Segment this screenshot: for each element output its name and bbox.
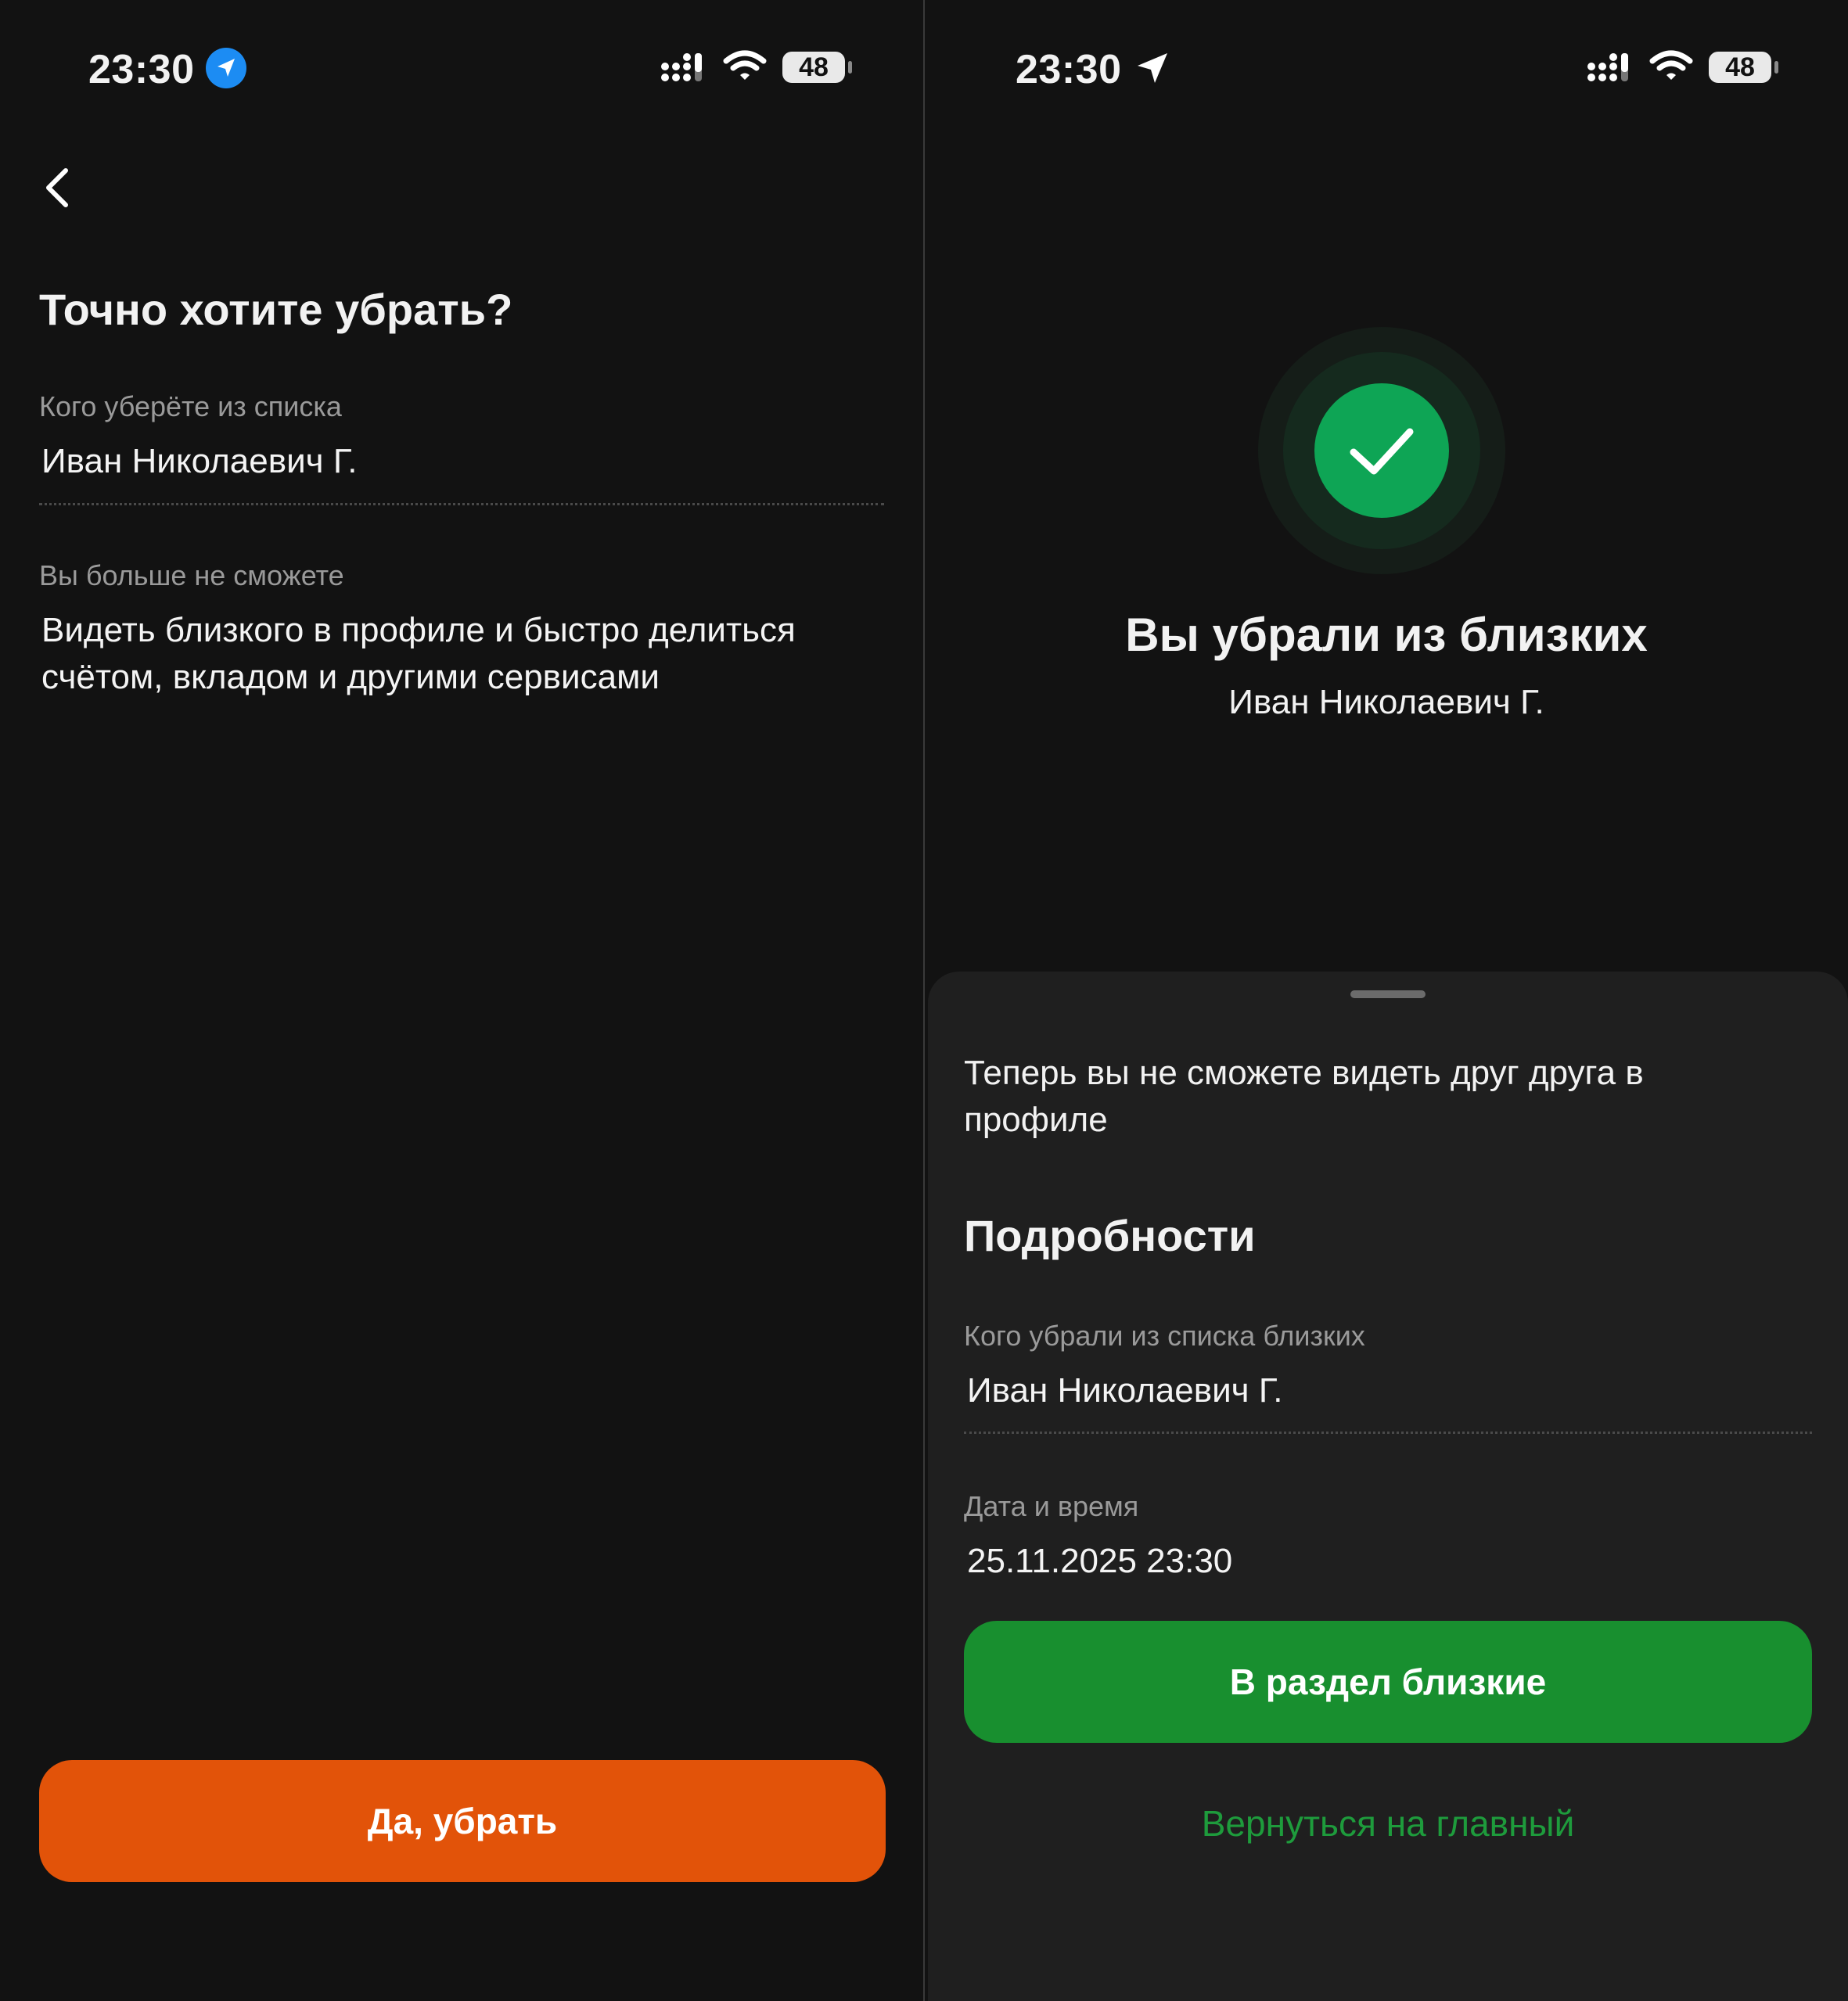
removed-label: Кого убрали из списка близких — [964, 1320, 1365, 1352]
battery-tip — [848, 61, 852, 74]
wifi-icon — [1649, 50, 1693, 80]
success-contact-name: Иван Николаевич Г. — [1228, 683, 1544, 721]
details-heading: Подробности — [964, 1211, 1256, 1260]
status-bar: 23:30 48 — [0, 0, 923, 141]
who-label: Кого уберёте из списка — [39, 390, 342, 422]
confirm-screen: 23:30 48 Точно хотите убрать? Кого уберё… — [0, 0, 923, 2001]
battery-icon: 48 — [782, 52, 845, 83]
status-bar: 23:30 48 — [925, 0, 1848, 141]
battery-tip — [1774, 61, 1778, 74]
sheet-info-text: Теперь вы не сможете видеть друг друга в… — [964, 1054, 1644, 1139]
removed-value: Иван Николаевич Г. — [967, 1371, 1283, 1410]
page-title: Точно хотите убрать? — [39, 285, 513, 334]
cellular-signal-icon — [661, 53, 702, 81]
wifi-icon — [723, 50, 767, 80]
system-icons: 48 — [660, 48, 852, 91]
back-button[interactable] — [31, 156, 86, 219]
back-to-main-link[interactable]: Вернуться на главный — [928, 1796, 1848, 1851]
system-icons: 48 — [1587, 48, 1778, 91]
who-value: Иван Николаевич Г. — [41, 442, 358, 480]
confirm-remove-button[interactable]: Да, убрать — [39, 1760, 886, 1882]
consequence-label: Вы больше не сможете — [39, 559, 344, 591]
location-arrow-icon — [206, 48, 246, 88]
consequence-value: Видеть близкого в профиле и быстро делит… — [41, 611, 796, 696]
divider — [39, 503, 884, 505]
checkmark-icon — [1350, 428, 1414, 475]
divider — [964, 1432, 1812, 1434]
sheet-grabber[interactable] — [1350, 990, 1426, 998]
location-arrow-icon — [1138, 53, 1167, 83]
chevron-left-icon — [46, 168, 68, 207]
success-screen: 23:30 48 Вы убрали из близких Иван Никол… — [925, 0, 1848, 2001]
status-time: 23:30 — [1016, 47, 1122, 92]
cellular-signal-icon — [1587, 53, 1628, 81]
datetime-value: 25.11.2025 23:30 — [967, 1542, 1233, 1580]
datetime-label: Дата и время — [964, 1490, 1139, 1522]
battery-icon: 48 — [1709, 52, 1771, 83]
details-sheet: Теперь вы не сможете видеть друг друга в… — [928, 972, 1848, 2001]
success-badge — [1314, 383, 1449, 518]
go-to-close-contacts-button[interactable]: В раздел близкие — [964, 1621, 1812, 1743]
success-title: Вы убрали из близких — [1125, 609, 1648, 661]
status-time: 23:30 — [88, 47, 195, 92]
